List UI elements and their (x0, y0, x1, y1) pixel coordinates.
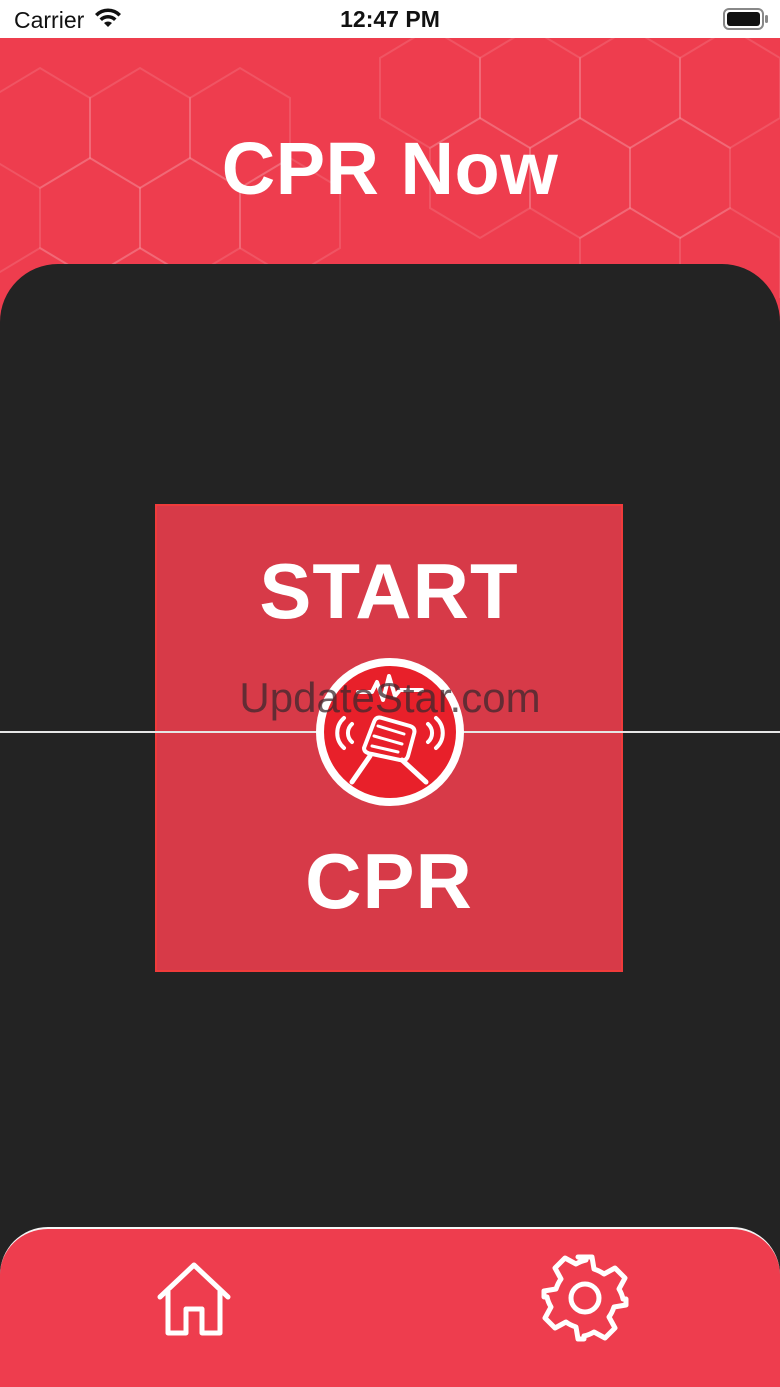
cpr-label: CPR (305, 837, 473, 925)
start-label: START (259, 547, 519, 635)
gear-icon[interactable] (540, 1253, 630, 1343)
app-screen: Carrier 12:47 PM CPR Now START CPR Updat… (0, 0, 780, 1387)
home-icon[interactable] (152, 1257, 236, 1341)
status-bar: Carrier 12:47 PM (0, 0, 780, 38)
app-title: CPR Now (221, 127, 559, 210)
watermark: UpdateStar.com (239, 674, 541, 721)
battery-icon (723, 8, 768, 30)
status-time: 12:47 PM (340, 6, 440, 32)
tab-bar (0, 1227, 780, 1387)
